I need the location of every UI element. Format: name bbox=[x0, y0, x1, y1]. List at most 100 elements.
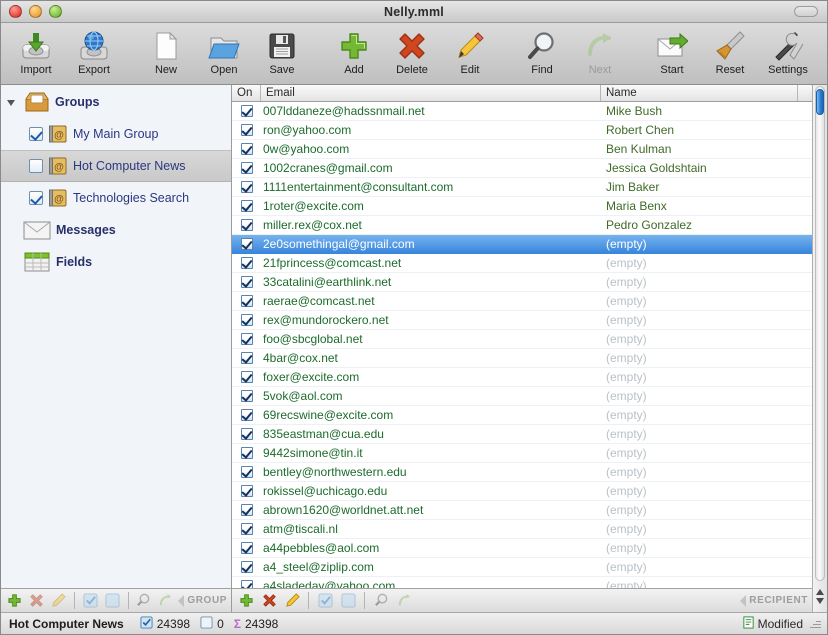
row-checkbox-cell[interactable] bbox=[232, 219, 261, 231]
row-checkbox-cell[interactable] bbox=[232, 371, 261, 383]
row-checkbox-cell[interactable] bbox=[232, 504, 261, 516]
group-find-button[interactable] bbox=[135, 592, 154, 610]
toolbar-button-import[interactable]: Import bbox=[7, 27, 65, 83]
row-checkbox-cell[interactable] bbox=[232, 447, 261, 459]
recipient-add-button[interactable] bbox=[236, 592, 256, 610]
row-checkbox[interactable] bbox=[241, 143, 253, 155]
row-checkbox[interactable] bbox=[241, 542, 253, 554]
chevron-down-icon[interactable] bbox=[7, 96, 19, 108]
toolbar-button-start[interactable]: Start bbox=[643, 27, 701, 83]
row-checkbox-cell[interactable] bbox=[232, 105, 261, 117]
row-checkbox[interactable] bbox=[241, 409, 253, 421]
row-checkbox-cell[interactable] bbox=[232, 124, 261, 136]
vertical-scrollbar[interactable] bbox=[812, 85, 827, 612]
row-checkbox[interactable] bbox=[241, 371, 253, 383]
group-check-all-button[interactable] bbox=[81, 592, 100, 610]
row-checkbox-cell[interactable] bbox=[232, 143, 261, 155]
row-checkbox[interactable] bbox=[241, 257, 253, 269]
toolbar-button-delete[interactable]: Delete bbox=[383, 27, 441, 83]
toolbar-button-add[interactable]: Add bbox=[325, 27, 383, 83]
table-row[interactable]: 1roter@excite.comMaria Benx bbox=[232, 197, 812, 216]
row-checkbox-cell[interactable] bbox=[232, 466, 261, 478]
row-checkbox-cell[interactable] bbox=[232, 352, 261, 364]
row-checkbox-cell[interactable] bbox=[232, 295, 261, 307]
table-row[interactable]: 0w@yahoo.comBen Kulman bbox=[232, 140, 812, 159]
toolbar-button-open[interactable]: Open bbox=[195, 27, 253, 83]
row-checkbox[interactable] bbox=[241, 238, 253, 250]
table-row[interactable]: bentley@northwestern.edu(empty) bbox=[232, 463, 812, 482]
group-add-button[interactable] bbox=[5, 592, 24, 610]
row-checkbox[interactable] bbox=[241, 124, 253, 136]
row-checkbox[interactable] bbox=[241, 561, 253, 573]
row-checkbox[interactable] bbox=[241, 162, 253, 174]
table-row[interactable]: 1002cranes@gmail.comJessica Goldshtain bbox=[232, 159, 812, 178]
row-checkbox-cell[interactable] bbox=[232, 333, 261, 345]
column-header-email[interactable]: Email bbox=[261, 85, 601, 101]
row-checkbox-cell[interactable] bbox=[232, 200, 261, 212]
sidebar-item-groups[interactable]: Groups bbox=[1, 86, 231, 118]
table-row[interactable]: 5vok@aol.com(empty) bbox=[232, 387, 812, 406]
row-checkbox[interactable] bbox=[241, 105, 253, 117]
row-checkbox-cell[interactable] bbox=[232, 276, 261, 288]
table-row[interactable]: 007lddaneze@hadssnmail.netMike Bush bbox=[232, 102, 812, 121]
sidebar-checkbox[interactable] bbox=[29, 127, 43, 141]
row-checkbox[interactable] bbox=[241, 428, 253, 440]
toolbar-button-save[interactable]: Save bbox=[253, 27, 311, 83]
table-row[interactable]: 69recswine@excite.com(empty) bbox=[232, 406, 812, 425]
row-checkbox-cell[interactable] bbox=[232, 409, 261, 421]
recipient-edit-button[interactable] bbox=[282, 592, 302, 610]
row-checkbox[interactable] bbox=[241, 580, 253, 588]
group-next-button[interactable] bbox=[156, 592, 175, 610]
row-checkbox-cell[interactable] bbox=[232, 314, 261, 326]
recipient-find-button[interactable] bbox=[371, 592, 391, 610]
table-row[interactable]: miller.rex@cox.netPedro Gonzalez bbox=[232, 216, 812, 235]
table-row[interactable]: 33catalini@earthlink.net(empty) bbox=[232, 273, 812, 292]
table-row[interactable]: foxer@excite.com(empty) bbox=[232, 368, 812, 387]
recipient-uncheck-all-button[interactable] bbox=[338, 592, 358, 610]
toolbar-toggle-button[interactable] bbox=[794, 6, 818, 17]
scrollbar-thumb[interactable] bbox=[816, 89, 824, 115]
table-row[interactable]: 9442simone@tin.it(empty) bbox=[232, 444, 812, 463]
row-checkbox[interactable] bbox=[241, 314, 253, 326]
table-row[interactable]: foo@sbcglobal.net(empty) bbox=[232, 330, 812, 349]
toolbar-button-next[interactable]: Next bbox=[571, 27, 629, 83]
scrollbar-arrows[interactable] bbox=[813, 582, 827, 612]
row-checkbox[interactable] bbox=[241, 523, 253, 535]
table-row[interactable]: a4_steel@ziplip.com(empty) bbox=[232, 558, 812, 577]
table-row[interactable]: rex@mundorockero.net(empty) bbox=[232, 311, 812, 330]
row-checkbox-cell[interactable] bbox=[232, 162, 261, 174]
row-checkbox[interactable] bbox=[241, 276, 253, 288]
toolbar-button-edit[interactable]: Edit bbox=[441, 27, 499, 83]
table-row[interactable]: a4sladeday@yahoo.com(empty) bbox=[232, 577, 812, 588]
row-checkbox[interactable] bbox=[241, 466, 253, 478]
toolbar-button-find[interactable]: Find bbox=[513, 27, 571, 83]
toolbar-button-export[interactable]: Export bbox=[65, 27, 123, 83]
table-row[interactable]: 835eastman@cua.edu(empty) bbox=[232, 425, 812, 444]
table-row[interactable]: raerae@comcast.net(empty) bbox=[232, 292, 812, 311]
row-checkbox-cell[interactable] bbox=[232, 257, 261, 269]
row-checkbox[interactable] bbox=[241, 390, 253, 402]
row-checkbox-cell[interactable] bbox=[232, 428, 261, 440]
table-row[interactable]: a44pebbles@aol.com(empty) bbox=[232, 539, 812, 558]
group-delete-button[interactable] bbox=[27, 592, 46, 610]
table-row[interactable]: 2e0somethingal@gmail.com(empty) bbox=[232, 235, 812, 254]
sidebar-item-my-main-group[interactable]: @ My Main Group bbox=[1, 118, 231, 150]
table-row[interactable]: 4bar@cox.net(empty) bbox=[232, 349, 812, 368]
toolbar-button-reset[interactable]: Reset bbox=[701, 27, 759, 83]
scroll-down-icon[interactable] bbox=[816, 598, 824, 604]
recipient-delete-button[interactable] bbox=[259, 592, 279, 610]
table-row[interactable]: abrown1620@worldnet.att.net(empty) bbox=[232, 501, 812, 520]
sidebar-checkbox[interactable] bbox=[29, 191, 43, 205]
sidebar-item-technologies-search[interactable]: @ Technologies Search bbox=[1, 182, 231, 214]
sidebar-item-fields[interactable]: Fields bbox=[1, 246, 231, 278]
table-row[interactable]: 1111entertainment@consultant.comJim Bake… bbox=[232, 178, 812, 197]
column-header-name[interactable]: Name bbox=[601, 85, 798, 101]
row-checkbox-cell[interactable] bbox=[232, 238, 261, 250]
scrollbar-track[interactable] bbox=[815, 86, 825, 581]
row-checkbox[interactable] bbox=[241, 447, 253, 459]
table-row[interactable]: ron@yahoo.comRobert Chen bbox=[232, 121, 812, 140]
recipient-check-all-button[interactable] bbox=[315, 592, 335, 610]
table-row[interactable]: atm@tiscali.nl(empty) bbox=[232, 520, 812, 539]
row-checkbox-cell[interactable] bbox=[232, 580, 261, 588]
row-checkbox[interactable] bbox=[241, 219, 253, 231]
